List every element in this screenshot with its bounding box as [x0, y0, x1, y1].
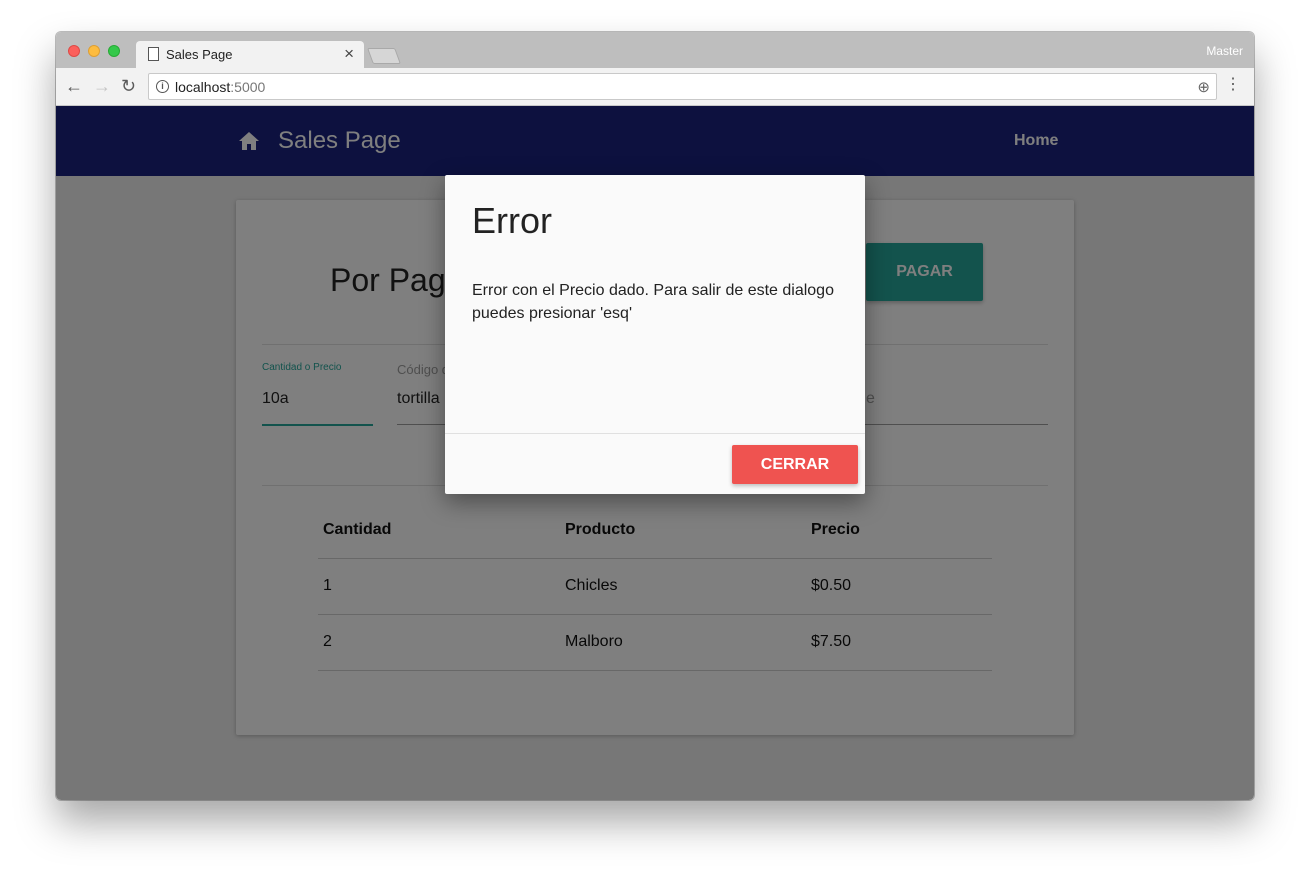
- tab-title: Sales Page: [166, 47, 233, 62]
- minimize-window-button[interactable]: [88, 45, 100, 57]
- browser-toolbar: ← → ↻ i localhost:5000 ⊕ ⋮: [56, 68, 1254, 106]
- profile-name[interactable]: Master: [1206, 44, 1243, 58]
- address-bar[interactable]: i localhost:5000 ⊕: [148, 73, 1217, 100]
- back-arrow-icon[interactable]: ←: [65, 77, 83, 95]
- new-tab-button[interactable]: [367, 48, 401, 64]
- reload-icon[interactable]: ↻: [121, 77, 136, 95]
- browser-menu-icon[interactable]: ⋮: [1225, 76, 1241, 94]
- error-dialog: Error Error con el Precio dado. Para sal…: [445, 175, 865, 494]
- close-window-button[interactable]: [68, 45, 80, 57]
- page-icon: [148, 47, 159, 61]
- browser-tab[interactable]: Sales Page ×: [136, 41, 364, 68]
- dialog-title: Error: [472, 200, 552, 241]
- zoom-icon[interactable]: ⊕: [1197, 78, 1210, 96]
- browser-window: Sales Page × Master ← → ↻ i localhost:50…: [56, 32, 1254, 800]
- tab-close-icon[interactable]: ×: [344, 44, 354, 64]
- browser-titlebar: Sales Page × Master: [56, 32, 1254, 68]
- url-text[interactable]: localhost:5000: [175, 79, 265, 95]
- zoom-window-button[interactable]: [108, 45, 120, 57]
- info-icon[interactable]: i: [156, 80, 169, 93]
- url-port: :5000: [230, 79, 266, 95]
- dialog-footer: CERRAR: [445, 433, 865, 494]
- forward-arrow-icon[interactable]: →: [93, 77, 111, 95]
- dialog-message: Error con el Precio dado. Para salir de …: [472, 282, 834, 322]
- url-host: localhost: [175, 79, 231, 95]
- close-dialog-button[interactable]: CERRAR: [732, 445, 858, 484]
- modal-overlay[interactable]: Error Error con el Precio dado. Para sal…: [56, 106, 1254, 800]
